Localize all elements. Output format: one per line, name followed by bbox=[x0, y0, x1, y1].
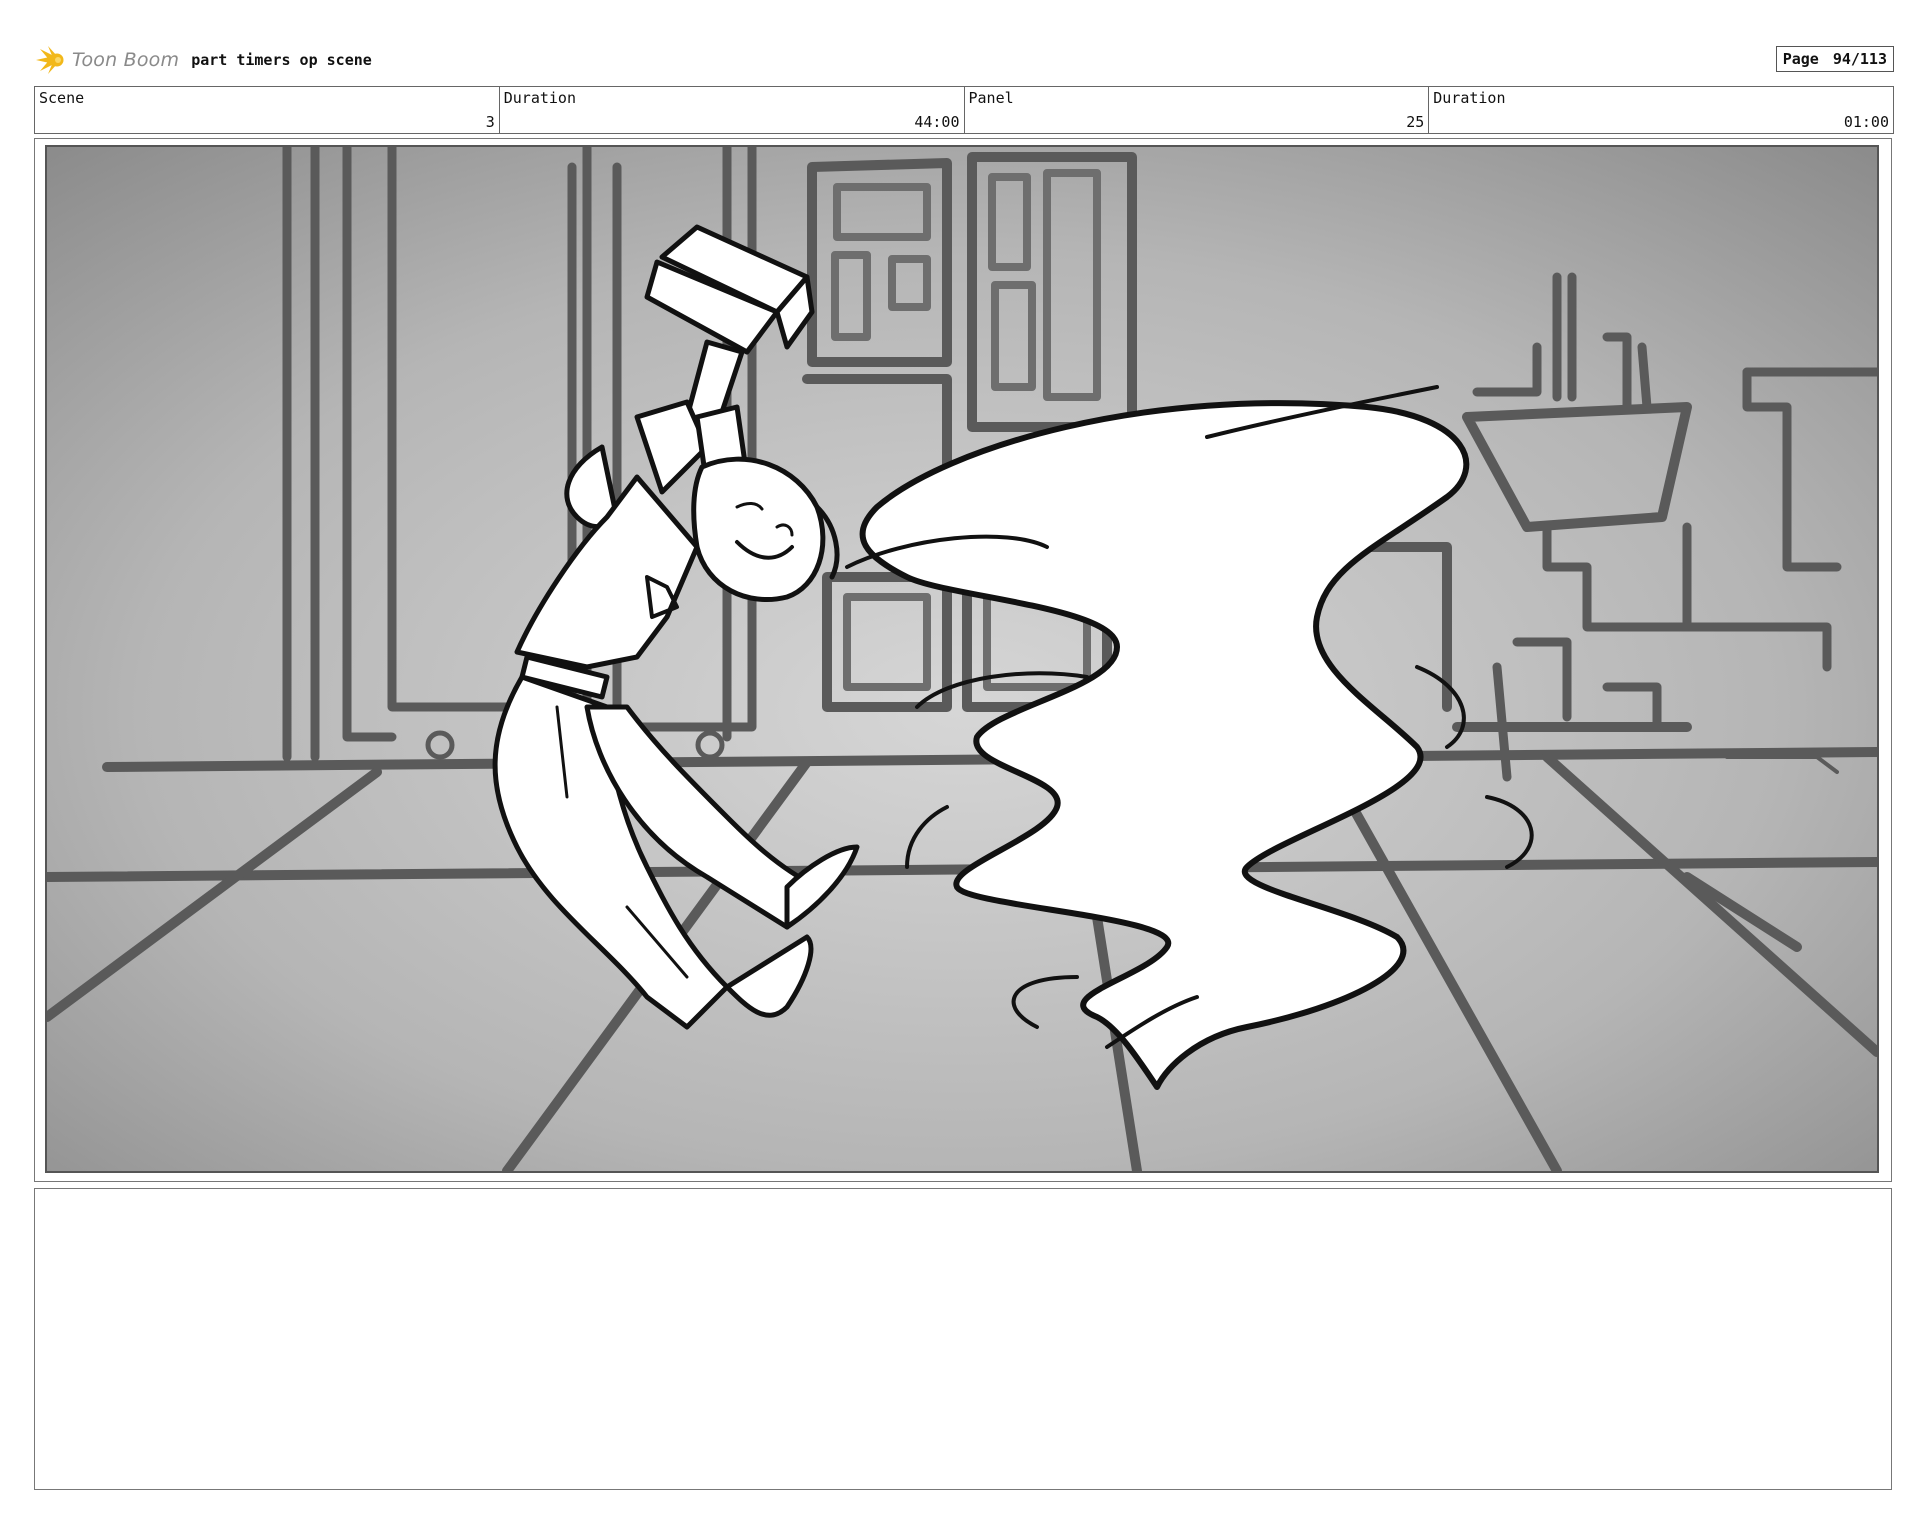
panel-duration-cell: Duration 01:00 bbox=[1429, 87, 1893, 133]
toon-boom-logo: Toon Boom part timers op scene bbox=[34, 42, 372, 78]
panel-value: 25 bbox=[1406, 113, 1425, 131]
scene-duration-value: 44:00 bbox=[914, 113, 960, 131]
page-label: Page bbox=[1782, 50, 1819, 68]
panel-duration-value: 01:00 bbox=[1843, 113, 1889, 131]
panel-cell: Panel 25 bbox=[965, 87, 1430, 133]
panel-info-row: Scene 3 Duration 44:00 Panel 25 Duration… bbox=[34, 86, 1894, 134]
logo-text: Toon Boom bbox=[72, 49, 180, 71]
scene-duration-cell: Duration 44:00 bbox=[500, 87, 965, 133]
scene-label: Scene bbox=[39, 89, 85, 107]
panel-notes-area bbox=[34, 1188, 1892, 1490]
scene-cell: Scene 3 bbox=[35, 87, 500, 133]
page-number: 94/113 bbox=[1832, 50, 1887, 68]
panel-duration-label: Duration bbox=[1433, 89, 1506, 107]
storyboard-panel-frame bbox=[34, 138, 1892, 1182]
panel-sketch bbox=[47, 147, 1877, 1171]
storyboard-panel-drawing bbox=[45, 145, 1879, 1173]
project-title: part timers op scene bbox=[191, 51, 372, 69]
page-indicator: Page 94/113 bbox=[1775, 46, 1894, 72]
panel-label: Panel bbox=[968, 89, 1014, 107]
page-header: Toon Boom part timers op scene Page 94/1… bbox=[34, 42, 1894, 78]
starburst-logo-icon bbox=[36, 46, 64, 74]
scene-value: 3 bbox=[485, 113, 495, 131]
scene-duration-label: Duration bbox=[503, 89, 576, 107]
